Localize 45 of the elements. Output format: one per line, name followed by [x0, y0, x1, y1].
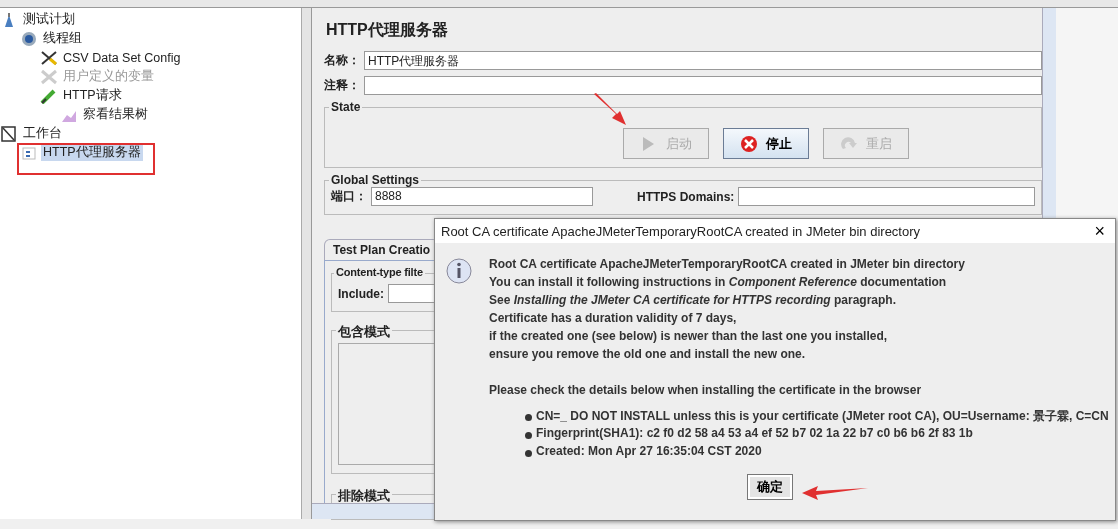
tools-icon: [40, 49, 58, 66]
tree-item[interactable]: HTTP请求: [61, 87, 124, 104]
tree-item[interactable]: 线程组: [41, 30, 84, 47]
field-label: 注释：: [324, 77, 360, 94]
message-line: Certificate has a duration validity of 7 days,: [489, 311, 738, 327]
group-legend: State: [329, 100, 363, 114]
detail-line: Fingerprint(SHA1): c2 f0 d2 58 a4 53 a4 ef 52 b7 02 1a 22 b7 c0 b6 b6 2f 83 1b: [536, 426, 973, 442]
group-legend: Global Settings: [329, 173, 421, 187]
port-field[interactable]: 8888: [371, 187, 593, 206]
bullet-icon: [525, 431, 532, 439]
bullet-icon: [525, 413, 532, 421]
https-domains-field[interactable]: [738, 187, 1035, 206]
info-icon: [445, 257, 473, 285]
bullet-icon: [525, 449, 532, 457]
tree-item[interactable]: 察看结果树: [81, 106, 150, 123]
message-line: ensure you remove the old one and install the new one.: [489, 347, 807, 363]
server-icon: [20, 144, 38, 161]
comment-field[interactable]: [364, 76, 1042, 95]
detail-line: CN=_ DO NOT INSTALL unless this is your certificate (JMeter root CA), OU=Username: 景子霖, C=CN: [536, 408, 1109, 425]
message-line: See Installing the JMeter CA certificate for HTTPS recording paragraph.: [489, 293, 897, 309]
field-label: 端口：: [331, 188, 367, 205]
proxy-button[interactable]: 停止: [723, 128, 809, 159]
close-button[interactable]: ×: [1090, 220, 1109, 242]
stop-icon: [740, 134, 758, 153]
field-label: HTTPS Domains:: [637, 189, 735, 204]
message-line: You can install it following instructions in Component Reference documentation: [489, 275, 948, 291]
name-field[interactable]: HTTP代理服务器: [364, 51, 1042, 70]
dialog-title: Root CA certificate ApacheJMeterTemporaryRootCA created in JMeter bin directory: [441, 223, 921, 239]
splitter[interactable]: [302, 8, 312, 519]
message-line: Root CA certificate ApacheJMeterTemporaryRootCA created in JMeter bin directory: [489, 257, 966, 273]
message-line: Please check the details below when installing the certificate in the browser: [489, 383, 923, 399]
tree-item[interactable]: 工作台: [21, 125, 64, 142]
detail-line: Created: Mon Apr 27 16:35:04 CST 2020: [536, 444, 762, 460]
panel-title: HTTP代理服务器: [326, 20, 449, 40]
tools-icon: [40, 68, 58, 85]
ok-button[interactable]: 确定: [747, 474, 793, 500]
tree-item[interactable]: 测试计划: [21, 11, 77, 28]
group-legend: Content-type filte: [334, 266, 425, 278]
message-line: if the created one (see below) is newer than the last one you installed,: [489, 329, 889, 345]
field-label: Include:: [338, 286, 384, 301]
gear-icon: [20, 30, 38, 47]
pipette-icon: [40, 87, 58, 104]
field-label: 名称：: [324, 52, 360, 69]
group-legend: 包含模式: [336, 323, 392, 341]
tree-item[interactable]: CSV Data Set Config: [61, 50, 183, 65]
